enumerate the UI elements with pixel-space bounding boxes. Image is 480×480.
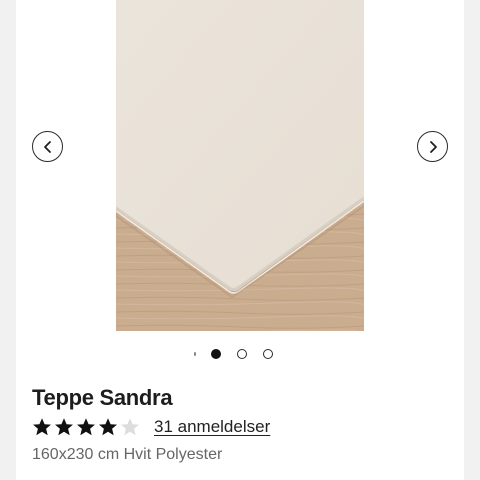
pagination-dot-2[interactable]: [237, 349, 247, 359]
reviews-link[interactable]: 31 anmeldelser: [154, 417, 270, 437]
product-image[interactable]: [116, 0, 364, 331]
pagination-dot-1[interactable]: [211, 349, 221, 359]
rug-photo: [116, 0, 364, 331]
star-filled-icon: [77, 418, 95, 436]
star-filled-icon: [99, 418, 117, 436]
previous-image-button[interactable]: [32, 131, 63, 162]
pagination-dot-3[interactable]: [263, 349, 273, 359]
product-card: Teppe Sandra 31 anmeldelser 160x230 cm H…: [16, 0, 464, 480]
star-filled-icon: [33, 418, 51, 436]
product-title: Teppe Sandra: [32, 385, 173, 410]
chevron-left-icon: [41, 140, 55, 154]
next-image-button[interactable]: [417, 131, 448, 162]
pagination-scroll-hint: [194, 352, 196, 356]
chevron-right-icon: [426, 140, 440, 154]
star-empty-icon: [121, 418, 139, 436]
star-filled-icon: [55, 418, 73, 436]
rating-row: 31 anmeldelser: [32, 416, 270, 438]
product-details: 160x230 cm Hvit Polyester: [32, 446, 223, 463]
gallery-pagination: [16, 348, 464, 360]
star-rating: [32, 417, 142, 437]
